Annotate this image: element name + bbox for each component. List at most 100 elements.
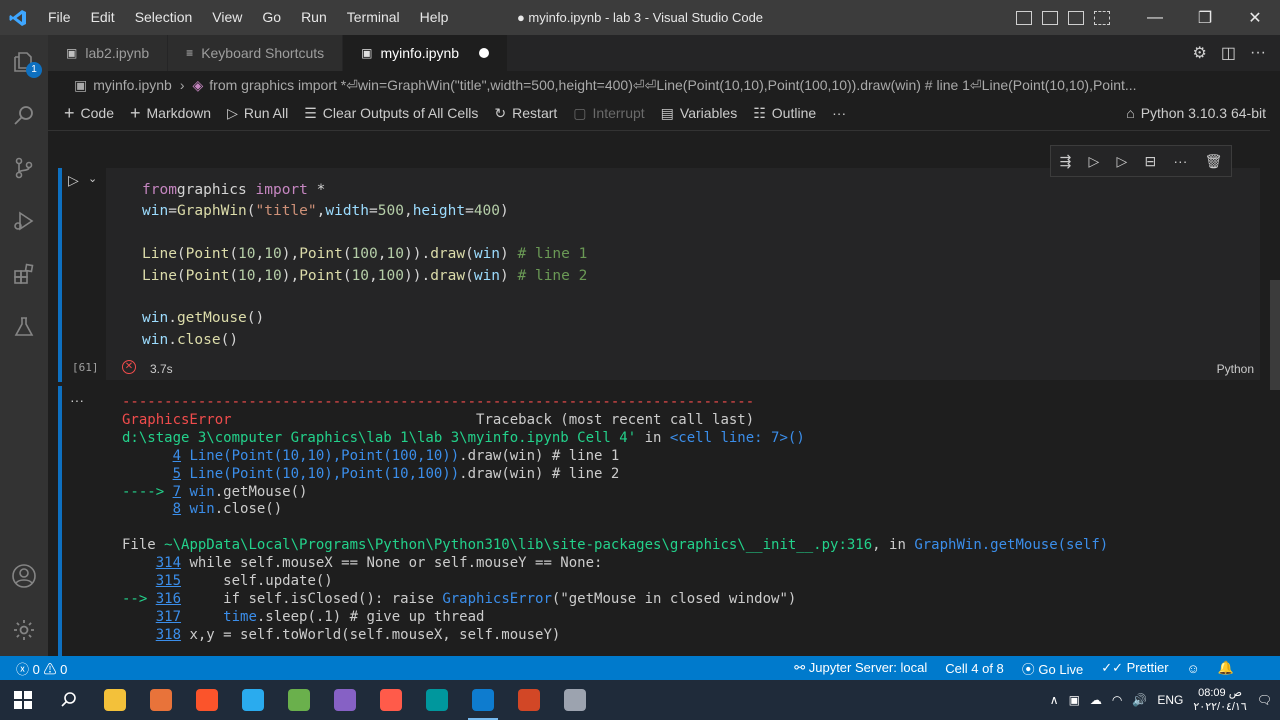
action-center-icon[interactable]: 🗨: [1257, 693, 1272, 707]
show-hidden-icons-icon[interactable]: ∧: [1050, 693, 1059, 707]
problems-indicator[interactable]: ⓧ 0 ⚠ 0: [16, 659, 67, 678]
menu-help[interactable]: Help: [410, 0, 459, 35]
interrupt-kernel-button[interactable]: ▢ Interrupt: [573, 105, 644, 122]
meet-now-icon[interactable]: ▣: [1069, 693, 1080, 707]
output-menu-button[interactable]: ···: [70, 392, 84, 408]
breadcrumb-file[interactable]: myinfo.ipynb: [93, 77, 172, 93]
run-all-button[interactable]: ▷ Run All: [227, 105, 288, 122]
code-token: 5: [172, 465, 182, 482]
settings-gear-icon[interactable]: ⚙: [1193, 43, 1207, 63]
clear-outputs-button[interactable]: ☰ Clear Outputs of All Cells: [304, 105, 478, 122]
photo-editor-icon[interactable]: [138, 680, 184, 720]
breadcrumb-separator: ›: [179, 77, 185, 93]
toggle-sidebar-icon[interactable]: [1016, 10, 1032, 25]
notifications-bell-icon[interactable]: 🔔: [1218, 660, 1234, 676]
vscode-icon[interactable]: [460, 680, 506, 720]
extensions-icon[interactable]: [0, 247, 48, 300]
tab-keyboard-shortcuts[interactable]: ≡ Keyboard Shortcuts: [168, 35, 344, 71]
onedrive-icon[interactable]: ☁: [1090, 693, 1102, 707]
vertical-scrollbar[interactable]: [1270, 280, 1280, 390]
visual-studio-icon[interactable]: [322, 680, 368, 720]
code-token: .draw(win) # line 1: [459, 447, 620, 464]
language-indicator[interactable]: ENG: [1157, 693, 1183, 707]
search-icon[interactable]: [0, 88, 48, 141]
source-control-icon[interactable]: [0, 141, 48, 194]
menu-bar: File Edit Selection View Go Run Terminal Help: [38, 0, 458, 35]
wing-ide-icon[interactable]: [552, 680, 598, 720]
arduino-icon[interactable]: [414, 680, 460, 720]
toggle-panel-icon[interactable]: [1042, 10, 1058, 25]
clock[interactable]: 08:09 ص ٢٠٢٢/٠٤/١٦: [1193, 686, 1246, 714]
toggle-secondary-sidebar-icon[interactable]: [1068, 10, 1084, 25]
unsaved-dot-icon[interactable]: [479, 48, 490, 58]
codeblocks-icon[interactable]: [276, 680, 322, 720]
windows-start-icon[interactable]: [0, 680, 46, 720]
close-window-button[interactable]: ✕: [1230, 0, 1280, 35]
volume-icon[interactable]: 🔊: [1132, 693, 1147, 707]
code-token: .sleep(.1) # give up thread: [256, 608, 485, 625]
feedback-icon[interactable]: ☺: [1187, 661, 1200, 676]
code-token: (: [229, 267, 239, 284]
add-markdown-cell-button[interactable]: + Markdown: [130, 103, 211, 124]
jupyter-server-status[interactable]: ⚯ Jupyter Server: local: [794, 660, 927, 676]
cell-more-icon[interactable]: ···: [1173, 153, 1187, 169]
run-cell-button[interactable]: ▷: [68, 172, 79, 189]
tab-myinfo[interactable]: ▣ myinfo.ipynb: [343, 35, 509, 71]
telegram-icon[interactable]: [230, 680, 276, 720]
taskbar-search-icon[interactable]: [46, 680, 92, 720]
code-token: win: [142, 310, 169, 327]
minimize-button[interactable]: —: [1130, 0, 1180, 35]
restore-button[interactable]: ❐: [1180, 0, 1230, 35]
powerpoint-icon[interactable]: [506, 680, 552, 720]
run-by-line-icon[interactable]: ⇶: [1060, 153, 1072, 170]
cell-language[interactable]: Python: [1217, 362, 1254, 376]
wifi-icon[interactable]: ◠: [1112, 693, 1122, 707]
cell-source-code[interactable]: fromgraphics import * win=GraphWin("title…: [142, 180, 587, 351]
prettier-status[interactable]: ✓✓ Prettier: [1101, 660, 1168, 676]
code-token: Point: [185, 246, 230, 263]
kernel-picker[interactable]: ⌂ Python 3.10.3 64-bit: [1126, 99, 1266, 127]
code-token: 400: [473, 203, 501, 220]
execute-above-icon[interactable]: ▷: [1089, 153, 1100, 170]
menu-view[interactable]: View: [202, 0, 252, 35]
restart-kernel-button[interactable]: ↻ Restart: [494, 105, 557, 122]
testing-flask-icon[interactable]: [0, 300, 48, 353]
split-cell-icon[interactable]: ⊟: [1144, 153, 1156, 170]
menu-terminal[interactable]: Terminal: [337, 0, 410, 35]
run-options-chevron-icon[interactable]: ⌄: [88, 172, 97, 185]
code-token: ): [500, 246, 518, 263]
cell-position[interactable]: Cell 4 of 8: [945, 661, 1004, 676]
breadcrumb-symbol[interactable]: from graphics import *⏎win=GraphWin("tit…: [209, 77, 1136, 94]
more-actions-icon[interactable]: ···: [1250, 44, 1266, 62]
manage-gear-icon[interactable]: [0, 603, 48, 656]
execute-below-icon[interactable]: ▷: [1116, 153, 1127, 170]
menu-go[interactable]: Go: [252, 0, 291, 35]
menu-run[interactable]: Run: [291, 0, 337, 35]
run-debug-icon[interactable]: [0, 194, 48, 247]
add-code-cell-button[interactable]: + Code: [64, 103, 114, 124]
split-editor-icon[interactable]: ◫: [1221, 43, 1236, 63]
menu-edit[interactable]: Edit: [81, 0, 125, 35]
go-live-button[interactable]: ⦿ Go Live: [1022, 659, 1083, 678]
code-token: ,: [369, 267, 378, 284]
outline-button[interactable]: ☷ Outline: [753, 105, 816, 122]
accounts-icon[interactable]: [0, 549, 48, 602]
variables-button[interactable]: ▤ Variables: [661, 105, 738, 122]
kernel-icon: ⌂: [1126, 105, 1135, 121]
menu-selection[interactable]: Selection: [125, 0, 203, 35]
tab-lab2[interactable]: ▣ lab2.ipynb: [48, 35, 169, 71]
toolbar-more-button[interactable]: ···: [832, 105, 846, 121]
error-icon: ⓧ: [16, 661, 30, 677]
file-explorer-icon[interactable]: [92, 680, 138, 720]
git-icon[interactable]: [368, 680, 414, 720]
code-token: <cell line: 7>: [669, 429, 788, 446]
delete-cell-icon[interactable]: 🗑: [1205, 153, 1223, 170]
code-token: (: [465, 267, 474, 284]
tab-label: Keyboard Shortcuts: [201, 45, 325, 61]
explorer-icon[interactable]: 1: [0, 35, 48, 88]
customize-layout-icon[interactable]: [1094, 10, 1110, 25]
brave-browser-icon[interactable]: [184, 680, 230, 720]
menu-file[interactable]: File: [38, 0, 81, 35]
code-token: getMouse: [176, 310, 247, 327]
